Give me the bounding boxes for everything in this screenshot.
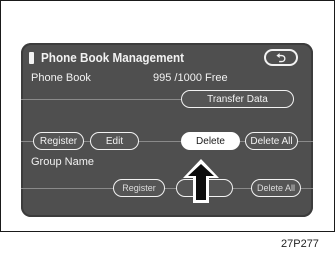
back-button[interactable]: ⮌ [264,49,298,66]
edit-button[interactable]: Edit [90,132,139,150]
figure-frame: Phone Book Management ⮌ Phone Book 995 /… [0,0,335,232]
group-register-button[interactable]: Register [113,179,165,197]
delete-all-button[interactable]: Delete All [245,132,298,150]
phone-book-count: 995 /1000 Free [153,72,228,84]
phone-book-label: Phone Book [31,72,91,84]
delete-button[interactable]: Delete [181,132,240,150]
up-arrow-pointer-icon [183,159,219,203]
return-arrow-icon: ⮌ [276,50,286,65]
group-name-label: Group Name [31,156,94,168]
divider-line [21,99,181,100]
group-delete-all-button[interactable]: Delete All [251,179,301,197]
display-screen: Phone Book Management ⮌ Phone Book 995 /… [21,43,313,217]
phone-book-icon [29,52,34,64]
figure-code: 27P277 [281,238,319,250]
page-title: Phone Book Management [41,50,185,65]
transfer-data-button[interactable]: Transfer Data [181,90,294,108]
register-button[interactable]: Register [33,132,84,150]
